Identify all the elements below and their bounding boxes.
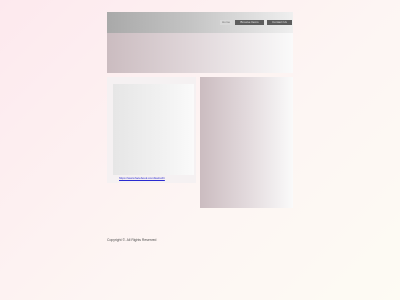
facebook-page-link[interactable]: https://www.facebook.com/kazuchi <box>119 176 165 180</box>
copyright-text: Copyright ©. All Rights Reserved <box>107 238 157 242</box>
hero-banner <box>107 33 293 73</box>
content-panel <box>200 77 293 208</box>
facebook-embed-box <box>113 84 194 175</box>
site-header: Home Browse Items Contact Us <box>107 12 293 33</box>
facebook-widget-panel: https://www.facebook.com/kazuchi <box>107 77 196 183</box>
nav-button-home[interactable]: Home <box>220 20 232 25</box>
nav-button-browse-items[interactable]: Browse Items <box>235 20 264 25</box>
nav-button-contact-us[interactable]: Contact Us <box>267 20 292 25</box>
